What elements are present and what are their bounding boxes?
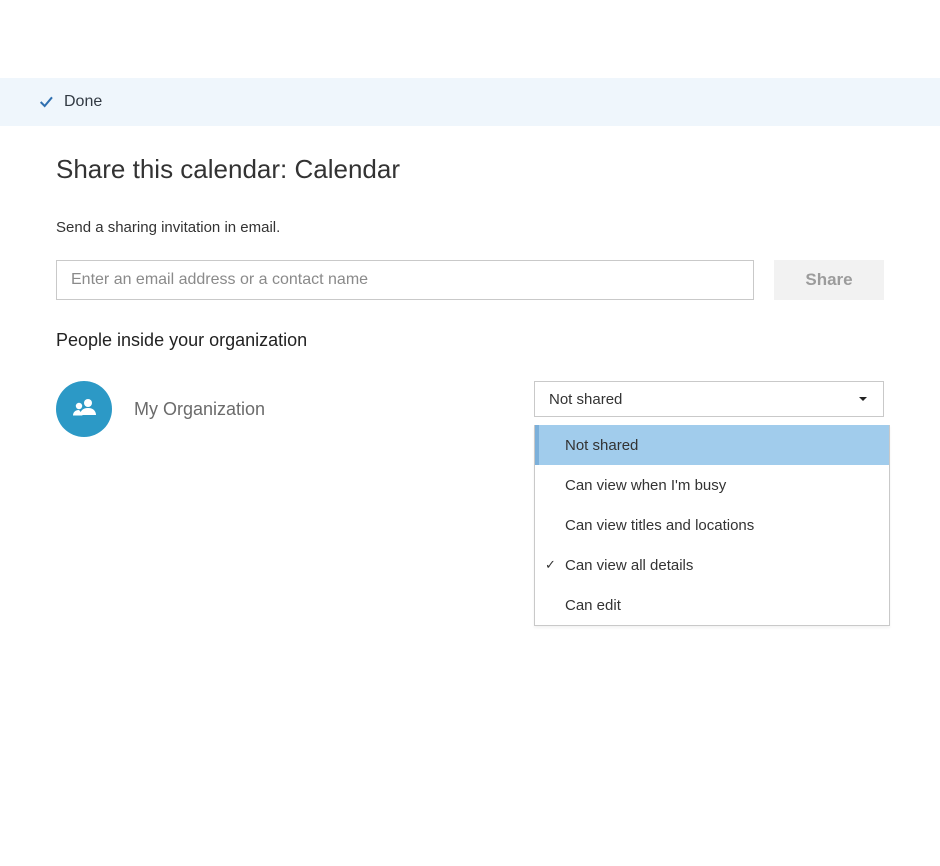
checkmark-icon	[38, 94, 54, 110]
chevron-down-icon	[857, 393, 869, 405]
permissions-option[interactable]: Can edit	[535, 585, 889, 625]
permissions-selected-label: Not shared	[549, 391, 622, 408]
people-icon	[68, 393, 100, 425]
permissions-option-label: Can view titles and locations	[565, 517, 754, 534]
section-header: People inside your organization	[56, 330, 884, 351]
share-row: Share	[56, 260, 884, 300]
permissions-option-label: Not shared	[565, 437, 638, 454]
avatar	[56, 381, 112, 437]
permissions-dropdown-panel: Not shared Can view when I'm busy Can view…	[534, 425, 890, 626]
organization-name: My Organization	[134, 399, 265, 420]
permissions-option-label: Can view all details	[565, 557, 693, 574]
page-title: Share this calendar: Calendar	[56, 154, 884, 185]
done-label: Done	[64, 93, 102, 111]
organization-info: My Organization	[56, 381, 534, 437]
checkmark-icon: ✓	[545, 557, 556, 573]
share-button[interactable]: Share	[774, 260, 884, 300]
permissions-option[interactable]: Can view when I'm busy	[535, 465, 889, 505]
permissions-option-label: Can edit	[565, 597, 621, 614]
recipient-input[interactable]	[56, 260, 754, 300]
content: Share this calendar: Calendar Send a sha…	[0, 126, 940, 437]
permissions-option[interactable]: Can view titles and locations	[535, 505, 889, 545]
done-button[interactable]: Done	[38, 93, 102, 111]
permissions-option[interactable]: Not shared	[535, 425, 889, 465]
help-text: Send a sharing invitation in email.	[56, 219, 884, 236]
permissions-option[interactable]: ✓ Can view all details	[535, 545, 889, 585]
organization-row: My Organization Not shared Not sharedCan…	[56, 381, 884, 437]
permissions-column: Not shared Not sharedCan view when I'm b…	[534, 381, 884, 417]
toolbar: Done	[0, 78, 940, 126]
permissions-dropdown[interactable]: Not shared	[534, 381, 884, 417]
permissions-option-label: Can view when I'm busy	[565, 477, 726, 494]
